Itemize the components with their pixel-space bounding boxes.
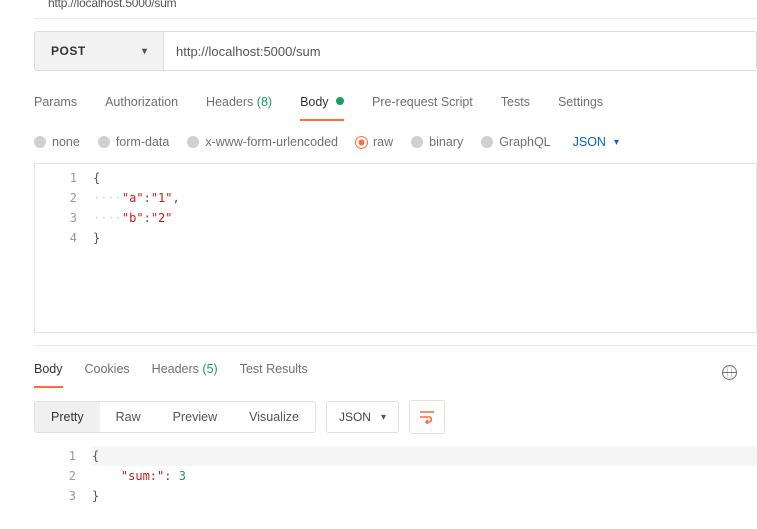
body-type-urlencoded[interactable]: x-www-form-urlencoded xyxy=(187,135,338,149)
request-tab-bar: Params Authorization Headers (8) Body Pr… xyxy=(34,89,757,121)
response-tab-body[interactable]: Body xyxy=(34,356,63,388)
top-url-fragment: http.//localhost.5000/sum xyxy=(34,0,757,10)
radio-icon xyxy=(34,136,46,148)
tab-headers-label: Headers xyxy=(206,95,253,109)
tab-tests[interactable]: Tests xyxy=(501,89,530,121)
tab-body-label: Body xyxy=(300,95,329,109)
response-tab-bar: Body Cookies Headers (5) Test Results xyxy=(34,356,757,388)
body-modified-indicator-icon xyxy=(336,97,344,105)
view-raw[interactable]: Raw xyxy=(100,402,157,432)
line-number-gutter: 123 xyxy=(34,442,92,510)
raw-format-label: JSON xyxy=(573,135,606,149)
tab-authorization[interactable]: Authorization xyxy=(105,89,178,121)
wrap-lines-icon xyxy=(419,410,435,424)
response-body-code: { "sum:": 3 } xyxy=(92,442,757,510)
radio-icon xyxy=(98,136,110,148)
line-number-gutter: 1234 xyxy=(35,164,93,252)
tab-prerequest-script[interactable]: Pre-request Script xyxy=(372,89,473,121)
view-pretty[interactable]: Pretty xyxy=(35,402,100,432)
chevron-down-icon: ▾ xyxy=(142,46,147,57)
tab-headers[interactable]: Headers (8) xyxy=(206,89,272,121)
response-view-mode: Pretty Raw Preview Visualize xyxy=(34,401,316,433)
response-tab-headers[interactable]: Headers (5) xyxy=(152,356,218,388)
radio-icon xyxy=(481,136,493,148)
body-type-graphql[interactable]: GraphQL xyxy=(481,135,550,149)
response-tab-headers-count: (5) xyxy=(202,362,217,376)
raw-format-dropdown[interactable]: JSON ▾ xyxy=(573,135,619,149)
http-method-label: POST xyxy=(51,44,134,58)
body-type-selector: none form-data x-www-form-urlencoded raw… xyxy=(34,135,757,149)
radio-checked-icon xyxy=(356,137,367,148)
body-type-form-data[interactable]: form-data xyxy=(98,135,170,149)
response-format-dropdown[interactable]: JSON ▾ xyxy=(326,401,399,433)
wrap-lines-button[interactable] xyxy=(409,400,445,434)
response-format-label: JSON xyxy=(339,410,371,424)
tab-body[interactable]: Body xyxy=(300,89,344,121)
radio-icon xyxy=(411,136,423,148)
view-preview[interactable]: Preview xyxy=(157,402,233,432)
request-url-value: http://localhost:5000/sum xyxy=(176,44,321,59)
tab-headers-count: (8) xyxy=(257,95,272,109)
request-body-editor[interactable]: 1234 { ····"a":"1", ····"b":"2" } xyxy=(34,163,757,333)
request-body-code[interactable]: { ····"a":"1", ····"b":"2" } xyxy=(93,164,756,252)
http-method-dropdown[interactable]: POST ▾ xyxy=(34,31,164,71)
chevron-down-icon: ▾ xyxy=(381,412,386,423)
body-type-none[interactable]: none xyxy=(34,135,80,149)
response-tab-test-results[interactable]: Test Results xyxy=(240,356,308,388)
tab-settings[interactable]: Settings xyxy=(558,89,603,121)
response-tab-cookies[interactable]: Cookies xyxy=(85,356,130,388)
request-url-input[interactable]: http://localhost:5000/sum xyxy=(164,31,757,71)
response-body-editor[interactable]: 123 { "sum:": 3 } xyxy=(34,442,757,510)
tab-params[interactable]: Params xyxy=(34,89,77,121)
view-visualize[interactable]: Visualize xyxy=(233,402,315,432)
divider xyxy=(34,18,757,19)
response-tab-headers-label: Headers xyxy=(152,362,199,376)
body-type-binary[interactable]: binary xyxy=(411,135,463,149)
chevron-down-icon: ▾ xyxy=(614,137,619,148)
radio-icon xyxy=(187,136,199,148)
network-info-icon[interactable] xyxy=(722,365,737,380)
body-type-raw[interactable]: raw xyxy=(356,135,393,149)
